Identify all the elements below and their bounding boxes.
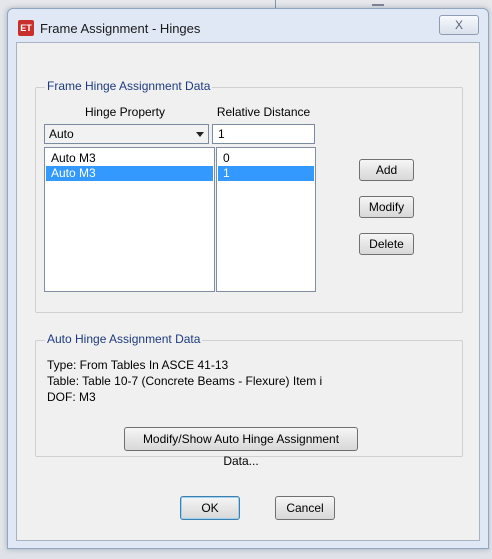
close-button[interactable]: X	[439, 15, 479, 35]
relative-distance-list[interactable]: 0 1	[216, 147, 316, 292]
hinge-property-dropdown[interactable]: Auto	[44, 124, 209, 144]
relative-distance-value: 1	[218, 127, 225, 141]
modify-show-auto-hinge-button[interactable]: Modify/Show Auto Hinge Assignment Data..…	[124, 427, 358, 468]
etabs-app-icon: ET	[18, 20, 34, 36]
delete-button[interactable]: Delete	[359, 233, 414, 255]
list-item[interactable]: 1	[218, 166, 314, 181]
dialog-title: Frame Assignment - Hinges	[40, 21, 201, 36]
title-bar[interactable]: ET Frame Assignment - Hinges X	[8, 9, 488, 43]
hinge-table-text: Table: Table 10-7 (Concrete Beams - Flex…	[47, 374, 323, 388]
hinge-property-cell: Auto M3	[51, 151, 96, 165]
auto-hinge-assignment-title: Auto Hinge Assignment Data	[45, 332, 203, 346]
background-bottom-edge	[0, 548, 492, 559]
modify-button[interactable]: Modify	[359, 196, 414, 218]
add-button[interactable]: Add	[359, 159, 414, 181]
relative-distance-input[interactable]: 1	[212, 124, 315, 144]
hinge-property-header: Hinge Property	[84, 105, 166, 119]
close-icon: X	[454, 18, 463, 32]
hinge-type-text: Type: From Tables In ASCE 41-13	[47, 358, 229, 372]
hinge-dof-text: DOF: M3	[47, 390, 96, 404]
list-item[interactable]: Auto M3	[46, 151, 213, 166]
cancel-button[interactable]: Cancel	[275, 496, 335, 520]
ok-button[interactable]: OK	[180, 496, 240, 520]
relative-distance-cell: 0	[223, 151, 230, 165]
relative-distance-cell: 1	[223, 166, 230, 180]
relative-distance-header: Relative Distance	[216, 105, 311, 119]
hinge-property-cell: Auto M3	[51, 166, 96, 180]
frame-hinge-assignment-title: Frame Hinge Assignment Data	[45, 79, 213, 93]
chevron-down-icon	[196, 132, 204, 137]
hinge-property-list[interactable]: Auto M3 Auto M3	[44, 147, 215, 292]
hinge-property-selected: Auto	[49, 127, 74, 141]
background-mark	[372, 4, 384, 6]
list-item[interactable]: 0	[218, 151, 314, 166]
list-item[interactable]: Auto M3	[46, 166, 213, 181]
